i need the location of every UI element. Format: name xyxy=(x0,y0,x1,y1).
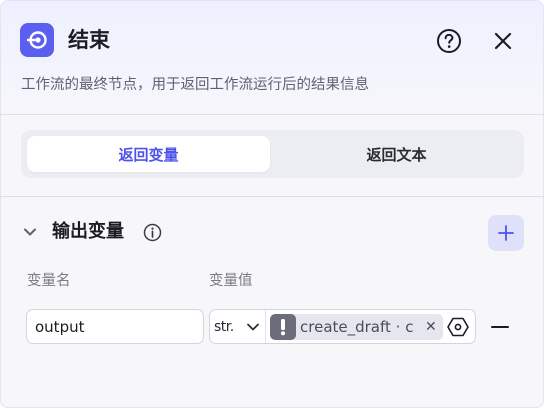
add-output-button[interactable] xyxy=(488,215,524,251)
section-divider xyxy=(1,196,543,197)
warning-icon xyxy=(270,314,296,340)
collapse-chevron-icon[interactable] xyxy=(21,223,39,241)
chevron-down-icon xyxy=(246,320,260,334)
end-node-icon xyxy=(20,23,54,57)
node-description: 工作流的最终节点，用于返回工作流运行后的结果信息 xyxy=(21,77,369,93)
variable-value-field: str. create_draft · c ✕ xyxy=(209,309,476,344)
tab-return-variables[interactable]: 返回变量 xyxy=(27,136,270,172)
header-divider xyxy=(1,114,543,115)
type-select-value: str. xyxy=(214,318,234,335)
remove-reference-icon[interactable]: ✕ xyxy=(425,320,437,334)
reference-label: create_draft · c xyxy=(300,318,414,336)
return-mode-tabs: 返回变量 返回文本 xyxy=(21,130,524,178)
column-label-name: 变量名 xyxy=(27,273,71,289)
column-label-value: 变量值 xyxy=(209,273,253,289)
plus-icon xyxy=(498,225,514,241)
help-icon[interactable] xyxy=(435,27,463,55)
end-node-panel: 结束 工作流的最终节点，用于返回工作流运行后的结果信息 返回变量 返回文本 输出… xyxy=(0,0,544,408)
variable-name-input[interactable] xyxy=(26,309,204,344)
output-section-title: 输出变量 xyxy=(52,221,124,242)
type-select[interactable]: str. xyxy=(210,310,266,343)
info-icon[interactable] xyxy=(143,223,162,242)
variable-picker-icon[interactable] xyxy=(446,316,470,338)
remove-row-button[interactable] xyxy=(489,317,511,337)
node-title: 结束 xyxy=(68,28,110,52)
close-icon[interactable] xyxy=(489,27,517,55)
tab-return-text[interactable]: 返回文本 xyxy=(275,136,518,172)
minus-icon xyxy=(491,326,509,328)
variable-reference-tag[interactable]: create_draft · c ✕ xyxy=(270,314,443,340)
